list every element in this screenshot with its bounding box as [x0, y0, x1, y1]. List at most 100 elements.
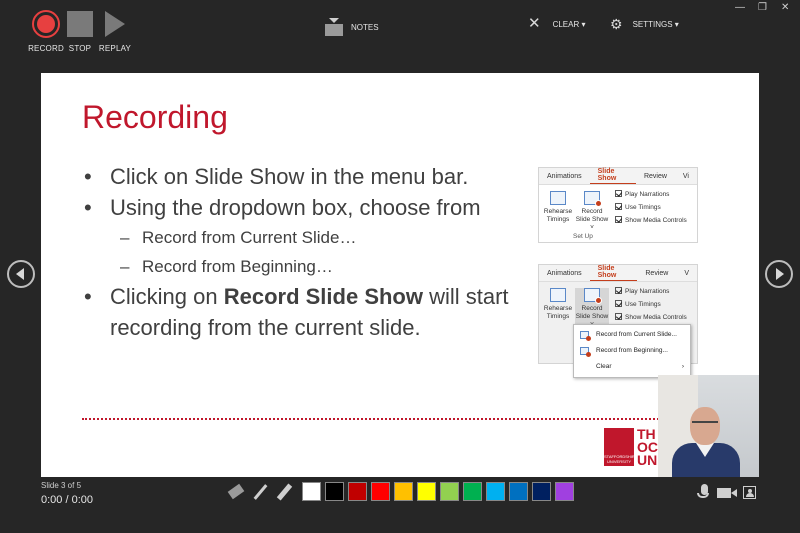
- pen-button[interactable]: [250, 483, 270, 501]
- ink-color-swatch-9[interactable]: [486, 482, 505, 501]
- rib1-rehearse-label: Rehearse Timings: [543, 208, 573, 223]
- ink-color-swatch-1[interactable]: [302, 482, 321, 501]
- record-beginning-icon: [580, 347, 591, 357]
- menu-item-current-label: Record from Current Slide...: [596, 331, 677, 338]
- camera-preview-button[interactable]: [743, 484, 756, 499]
- ink-color-swatch-10[interactable]: [509, 482, 528, 501]
- bullet-3: Clicking on Record Slide Show will start…: [82, 281, 532, 343]
- slide-canvas: Recording Click on Slide Show in the men…: [41, 73, 759, 477]
- menu-item-beginning-label: Record from Beginning...: [596, 347, 668, 354]
- stop-icon: [67, 11, 93, 37]
- rib2-check-1: Play Narrations: [615, 285, 687, 298]
- ink-color-swatch-5[interactable]: [394, 482, 413, 501]
- ink-color-swatch-12[interactable]: [555, 482, 574, 501]
- ink-color-swatch-8[interactable]: [463, 482, 482, 501]
- bullet-3-bold: Record Slide Show: [223, 284, 423, 309]
- rib2-check-3-label: Show Media Controls: [625, 314, 687, 321]
- rib2-rehearse-label: Rehearse Timings: [543, 305, 573, 320]
- ink-color-swatch-11[interactable]: [532, 482, 551, 501]
- settings-label: SETTINGS ▾: [632, 19, 679, 29]
- rehearse-icon-2: [550, 288, 566, 302]
- ribbon-screenshot-1: Animations Slide Show Review Vi Rehearse…: [538, 167, 698, 243]
- menu-item-clear: Clear ›: [574, 359, 690, 375]
- record-icon: [32, 10, 60, 38]
- next-slide-button[interactable]: [765, 260, 793, 288]
- arrow-left-icon: [16, 268, 24, 280]
- replay-button[interactable]: REPLAY: [97, 8, 133, 53]
- recording-timer: 0:00 / 0:00: [41, 494, 93, 506]
- replay-icon: [105, 11, 125, 37]
- rib2-check-2-label: Use Timings: [625, 301, 661, 308]
- ink-color-swatch-3[interactable]: [348, 482, 367, 501]
- sub-bullet-2: Record from Beginning…: [82, 252, 532, 281]
- rib2-tab-view: V: [684, 269, 689, 277]
- ink-color-swatch-4[interactable]: [371, 482, 390, 501]
- close-button[interactable]: ✕: [781, 2, 789, 13]
- ink-color-palette: [302, 482, 574, 501]
- university-logo: STAFFORDSHIRE UNIVERSITY: [604, 428, 638, 466]
- rehearse-icon: [550, 191, 566, 205]
- ink-color-swatch-2[interactable]: [325, 482, 344, 501]
- eraser-icon: [227, 483, 245, 500]
- bullet-1: Click on Slide Show in the menu bar.: [82, 161, 532, 192]
- ribbon-screenshot-2: Animations Slide Show Review V Rehearse …: [538, 264, 698, 378]
- rib1-check-2-label: Use Timings: [625, 204, 661, 211]
- restore-button[interactable]: ❐: [758, 2, 767, 13]
- menu-item-clear-label: Clear: [596, 363, 612, 370]
- record-label: RECORD: [28, 44, 64, 53]
- clear-label: CLEAR ▾: [552, 19, 586, 29]
- notes-icon: [325, 18, 343, 36]
- rib1-check-3-label: Show Media Controls: [625, 217, 687, 224]
- highlighter-icon: [276, 483, 293, 501]
- eraser-button[interactable]: [226, 483, 246, 501]
- record-slideshow-icon-2: [584, 288, 602, 304]
- rib1-tab-review: Review: [643, 172, 667, 180]
- rib1-tab-slideshow: Slide Show: [589, 168, 636, 185]
- logo-letters: TH OC UN: [637, 426, 658, 468]
- bullet-2: Using the dropdown box, choose from: [82, 192, 532, 223]
- camera-button[interactable]: [717, 484, 737, 498]
- stop-button[interactable]: STOP: [62, 8, 98, 53]
- replay-label: REPLAY: [98, 44, 132, 53]
- rib1-tab-animations: Animations: [547, 172, 582, 180]
- bullet-3-prefix: Clicking on: [110, 284, 224, 309]
- sub-bullet-1: Record from Current Slide…: [82, 223, 532, 252]
- clear-button[interactable]: ✕ CLEAR ▾: [528, 15, 586, 32]
- menu-item-current: Record from Current Slide...: [574, 327, 690, 343]
- pen-icon: [253, 484, 268, 500]
- record-slideshow-icon: [584, 191, 602, 207]
- stop-label: STOP: [68, 44, 92, 53]
- red-divider: [82, 418, 699, 420]
- microphone-button[interactable]: [697, 484, 709, 498]
- clear-icon: ✕: [528, 15, 541, 32]
- rib2-rehearse: Rehearse Timings: [541, 288, 575, 321]
- rib2-check-1-label: Play Narrations: [625, 288, 670, 295]
- ink-color-swatch-6[interactable]: [417, 482, 436, 501]
- rib1-record: Record Slide Show ˅: [575, 191, 609, 232]
- slide-title: Recording: [82, 99, 228, 135]
- rib2-record: Record Slide Show ˅: [575, 288, 609, 329]
- minimize-button[interactable]: —: [735, 2, 745, 13]
- notes-button[interactable]: NOTES: [325, 18, 379, 36]
- webcam-preview: [658, 375, 759, 477]
- submenu-arrow-icon: ›: [681, 363, 684, 370]
- slide-bullets: Click on Slide Show in the menu bar. Usi…: [82, 161, 532, 343]
- settings-icon: ⚙: [610, 16, 623, 32]
- rib2-tab-animations: Animations: [547, 269, 582, 277]
- rib1-group-label: Set Up: [573, 233, 593, 240]
- settings-button[interactable]: ⚙ SETTINGS ▾: [610, 16, 679, 32]
- highlighter-button[interactable]: [274, 483, 294, 501]
- rib1-check-1-label: Play Narrations: [625, 191, 670, 198]
- arrow-right-icon: [776, 268, 784, 280]
- microphone-icon: [697, 484, 709, 498]
- ink-color-swatch-7[interactable]: [440, 482, 459, 501]
- notes-label: NOTES: [351, 22, 379, 32]
- rib1-rehearse: Rehearse Timings: [541, 191, 575, 224]
- rib1-check-2: Use Timings: [615, 201, 687, 214]
- rib1-check-1: Play Narrations: [615, 188, 687, 201]
- slide-counter: Slide 3 of 5: [41, 481, 82, 490]
- previous-slide-button[interactable]: [7, 260, 35, 288]
- record-button[interactable]: RECORD: [28, 8, 64, 53]
- logo-text: STAFFORDSHIRE UNIVERSITY: [604, 454, 638, 464]
- camera-preview-icon: [743, 486, 756, 499]
